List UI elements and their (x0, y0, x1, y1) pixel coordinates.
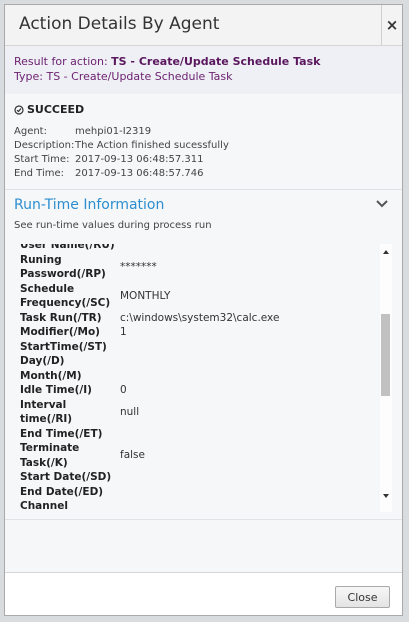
runtime-params-content: User Name(/RU) Runing Password(/RP) ******… (20, 244, 375, 512)
param-value: MONTHLY (120, 289, 171, 302)
param-value: null (120, 405, 140, 418)
param-value: 1 (120, 326, 127, 338)
param-row: Terminate Task(/K) false (20, 441, 375, 470)
param-row: End Time(/ET) (20, 427, 375, 442)
param-value: c:\windows\system32\calc.exe (120, 311, 280, 324)
info-label: End Time: (14, 168, 65, 179)
close-button[interactable]: Close (335, 586, 390, 608)
result-prefix: Result for action: (14, 55, 112, 68)
info-description: Description:The Action finished sucessfu… (14, 140, 229, 151)
param-row: Day(/D) (20, 354, 375, 369)
param-value (116, 340, 375, 355)
details-panel: SUCCEED Agent: mehpi01-I2319 Description:… (5, 94, 402, 572)
param-value: false (120, 449, 145, 462)
dialog-title: Action Details By Agent (19, 14, 220, 34)
clock-check-icon (14, 104, 24, 115)
param-label: Month(/M) (20, 369, 82, 382)
list-bottom-divider (5, 519, 402, 520)
scrollbar[interactable] (380, 244, 392, 512)
param-label: Channel Name(/EC) (20, 500, 68, 512)
info-agent: Agent: mehpi01-I2319 (14, 126, 151, 137)
info-value: 2017-09-13 06:48:57.311 (75, 154, 204, 165)
param-label: Schedule Frequency(/SC) (20, 282, 111, 310)
dialog-footer: Close (5, 572, 402, 615)
param-label: Runing Password(/RP) (20, 253, 106, 281)
param-row: Schedule Frequency(/SC) MONTHLY (20, 282, 375, 311)
param-value (116, 244, 375, 253)
info-label: Start Time: (14, 154, 70, 165)
runtime-description: See run-time values during process run (14, 220, 212, 231)
param-value (116, 485, 375, 500)
param-label: End Date(/ED) (20, 485, 104, 498)
close-icon[interactable]: × (381, 5, 402, 45)
param-label: Task Run(/TR) (20, 311, 102, 324)
param-row: Modifier(/Mo) 1 (20, 325, 375, 340)
param-label: Interval time(/RI) (20, 398, 73, 426)
param-value: ******* (120, 260, 157, 273)
info-value: mehpi01-I2319 (75, 126, 152, 137)
param-row: StartTime(/ST) (20, 340, 375, 355)
scroll-down-icon[interactable] (383, 494, 389, 498)
info-label: Agent: (14, 126, 47, 137)
section-divider (5, 189, 402, 190)
info-value: 2017-09-13 06:48:57.746 (75, 168, 204, 179)
scroll-up-icon[interactable] (383, 250, 389, 254)
param-row: Runing Password(/RP) ******* (20, 253, 375, 282)
param-label: End Time(/ET) (20, 427, 103, 440)
param-row: User Name(/RU) (20, 244, 375, 253)
param-row: Channel Name(/EC) (20, 499, 375, 512)
scrollbar-thumb[interactable] (381, 314, 390, 396)
param-value (116, 470, 375, 485)
param-label: User Name(/RU) (20, 244, 115, 251)
result-header: Result for action: TS - Create/Update Sc… (5, 46, 402, 95)
action-type: Type: TS - Create/Update Schedule Task (14, 70, 233, 83)
status-label: SUCCEED (27, 103, 85, 116)
param-value: 0 (120, 384, 127, 396)
info-end-time: End Time: 2017-09-13 06:48:57.746 (14, 168, 203, 179)
param-label: Modifier(/Mo) (20, 326, 100, 338)
runtime-params-list[interactable]: User Name(/RU) Runing Password(/RP) ******… (20, 244, 392, 512)
param-row: End Date(/ED) (20, 485, 375, 500)
param-label: Day(/D) (20, 355, 65, 367)
param-label: StartTime(/ST) (20, 340, 107, 353)
action-details-dialog: Action Details By Agent × Result for act… (4, 4, 403, 616)
info-value: The Action finished sucessfully (75, 140, 229, 151)
action-name: TS - Create/Update Schedule Task (111, 55, 321, 68)
chevron-down-icon[interactable] (376, 200, 388, 208)
param-value (116, 354, 375, 369)
param-row: Task Run(/TR) c:\windows\system32\calc.ex… (20, 311, 375, 326)
param-value (116, 499, 375, 512)
param-row: Start Date(/SD) (20, 470, 375, 485)
status-badge: SUCCEED (14, 103, 84, 116)
param-value (116, 369, 375, 384)
param-value (116, 427, 375, 442)
param-row: Idle Time(/I) 0 (20, 383, 375, 398)
runtime-section-title[interactable]: Run-Time Information (14, 197, 164, 213)
info-label: Description: (14, 140, 75, 151)
param-label: Start Date(/SD) (20, 471, 112, 483)
result-for-action: Result for action: TS - Create/Update Sc… (14, 55, 320, 68)
param-row: Interval time(/RI) null (20, 398, 375, 427)
param-row: Month(/M) (20, 369, 375, 384)
dialog-titlebar: Action Details By Agent × (5, 5, 402, 46)
param-label: Idle Time(/I) (20, 384, 92, 396)
param-label: Terminate Task(/K) (20, 442, 80, 469)
info-start-time: Start Time: 2017-09-13 06:48:57.311 (14, 154, 203, 165)
